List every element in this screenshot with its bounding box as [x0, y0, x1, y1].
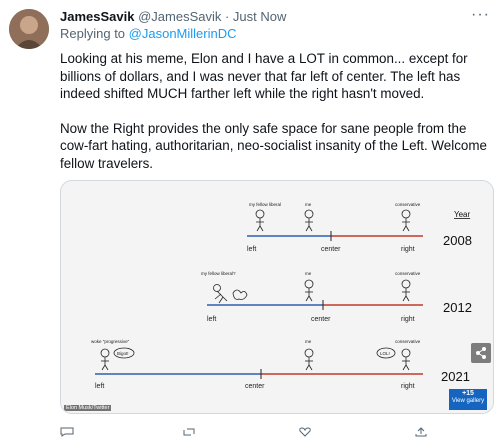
tweet-media-image[interactable]: Year my fellow liberal me conservative l…: [60, 180, 494, 414]
year-label: 2012: [443, 300, 472, 315]
axis-right: right: [401, 316, 415, 323]
year-label: 2021: [441, 369, 470, 384]
separator: ·: [221, 9, 233, 24]
axis-right: right: [401, 383, 415, 390]
reply-mention-link[interactable]: @JasonMillerinDC: [129, 26, 237, 41]
label-conservative: conservative: [395, 271, 421, 276]
tweet-header: JamesSavik @JamesSavik · Just Now: [60, 9, 286, 25]
axis-right: right: [401, 246, 415, 253]
label-me: me: [305, 339, 312, 344]
meme-illustration: Year my fellow liberal me conservative l…: [61, 181, 493, 413]
label-me: me: [305, 202, 312, 207]
avatar[interactable]: [9, 9, 49, 49]
label-me: me: [305, 271, 312, 276]
more-options-icon[interactable]: ···: [471, 6, 490, 24]
year-label: 2008: [443, 233, 472, 248]
gallery-label: View gallery: [451, 398, 485, 404]
author-handle[interactable]: @JamesSavik: [138, 9, 221, 24]
axis-left: left: [95, 383, 104, 390]
replying-to: Replying to @JasonMillerinDC: [60, 26, 237, 42]
axis-center: center: [311, 316, 331, 323]
replying-prefix: Replying to: [60, 26, 129, 41]
year-header: Year: [454, 210, 471, 219]
label-fellow-liberal: my fellow liberal: [249, 202, 281, 207]
axis-center: center: [321, 246, 341, 253]
tweet-paragraph-1: Looking at his meme, Elon and I have a L…: [60, 51, 468, 101]
label-fellow-liberal: my fellow liberal?: [201, 271, 236, 276]
label-conservative: conservative: [395, 339, 421, 344]
speech-bubble-bigot: Bigot!: [117, 351, 129, 356]
view-gallery-button[interactable]: +15 View gallery: [449, 389, 487, 410]
tweet-text: Looking at his meme, Elon and I have a L…: [60, 50, 490, 189]
label-woke-progressive: woke "progressive": [91, 339, 130, 344]
tweet-paragraph-2: Now the Right provides the only safe spa…: [60, 120, 487, 171]
image-credit: Elon Musk/Twitter: [64, 405, 112, 411]
axis-center: center: [245, 383, 265, 390]
author-name[interactable]: JamesSavik: [60, 9, 134, 24]
timestamp[interactable]: Just Now: [233, 9, 286, 24]
axis-left: left: [247, 246, 256, 253]
gallery-count: +15: [462, 390, 474, 397]
label-conservative: conservative: [395, 202, 421, 207]
axis-left: left: [207, 316, 216, 323]
share-image-icon[interactable]: [471, 343, 491, 363]
tweet: JamesSavik @JamesSavik · Just Now ··· Re…: [0, 0, 500, 437]
speech-bubble-lol: LOL!: [380, 351, 390, 356]
